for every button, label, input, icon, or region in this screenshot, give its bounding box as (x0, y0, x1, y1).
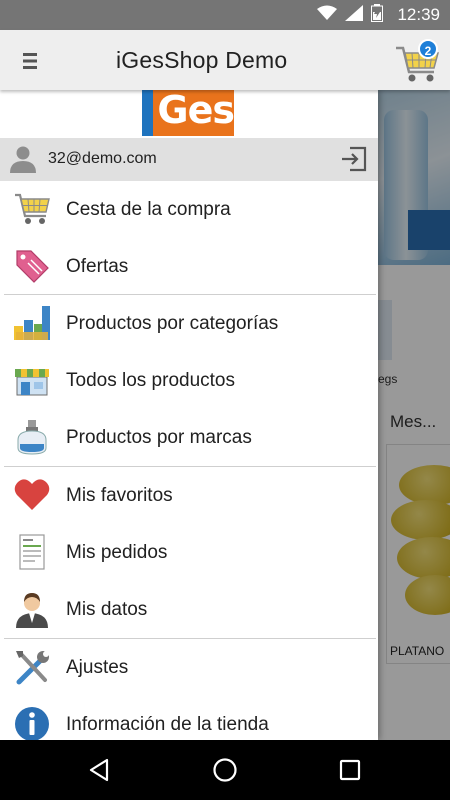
perfume-bottle-icon (17, 420, 47, 455)
navigation-drawer: Ges 32@demo.com Cesta de la compra Ofert… (0, 90, 378, 740)
categories-icon (14, 306, 50, 340)
app-title: iGesShop Demo (116, 47, 288, 73)
menu-item-label: Cesta de la compra (66, 199, 231, 220)
cart-count-badge: 2 (418, 39, 438, 59)
menu-item-favorites[interactable]: Mis favoritos (0, 467, 378, 524)
menu-item-label: Mis favoritos (66, 485, 173, 506)
menu-item-label: Todos los productos (66, 370, 235, 391)
menu-item-label: Productos por marcas (66, 427, 252, 448)
cart-icon (15, 193, 50, 224)
home-button[interactable] (209, 754, 241, 786)
menu-item-label: Ajustes (66, 657, 129, 678)
status-icons: 12:39 (317, 0, 440, 30)
menu-item-settings[interactable]: Ajustes (0, 639, 378, 696)
back-triangle-icon (89, 758, 109, 782)
info-icon (15, 707, 49, 740)
store-icon (15, 369, 49, 396)
menu-item-label: Mis datos (66, 599, 148, 620)
logout-icon[interactable] (340, 145, 368, 173)
hamburger-icon (23, 53, 37, 69)
menu-item-all-products[interactable]: Todos los productos (0, 352, 378, 409)
signal-icon (345, 4, 364, 26)
menu-button[interactable] (12, 43, 48, 79)
menu-item-orders[interactable]: Mis pedidos (0, 524, 378, 581)
menu-item-cart[interactable]: Cesta de la compra (0, 181, 378, 238)
menu-item-label: Productos por categorías (66, 313, 279, 334)
logo-text: Ges (153, 90, 235, 136)
back-button[interactable] (83, 754, 115, 786)
recents-button[interactable] (334, 754, 366, 786)
user-profile-icon (16, 593, 48, 628)
menu-item-label: Ofertas (66, 256, 129, 277)
menu-item-offers[interactable]: Ofertas (0, 238, 378, 295)
wifi-icon (317, 5, 338, 26)
recents-square-icon (339, 759, 361, 781)
status-bar: 12:39 (0, 0, 450, 30)
system-navigation-bar (0, 740, 450, 800)
menu-item-store-info[interactable]: Información de la tienda (0, 696, 378, 740)
app-bar: iGesShop Demo 2 (0, 30, 450, 90)
store-logo: Ges (142, 90, 235, 136)
user-avatar-icon (10, 146, 36, 173)
home-circle-icon (213, 758, 237, 782)
order-document-icon (19, 534, 45, 570)
menu-item-my-data[interactable]: Mis datos (0, 581, 378, 638)
tools-icon (16, 651, 49, 685)
cart-button[interactable]: 2 (394, 36, 442, 84)
menu-item-label: Información de la tienda (66, 714, 269, 735)
user-account-row[interactable]: 32@demo.com (0, 138, 378, 181)
heart-icon (14, 479, 50, 510)
offer-tag-icon (16, 250, 49, 283)
menu-item-brands[interactable]: Productos por marcas (0, 409, 378, 466)
menu-item-label: Mis pedidos (66, 542, 168, 563)
menu-item-categories[interactable]: Productos por categorías (0, 295, 378, 352)
status-clock: 12:39 (397, 5, 440, 24)
battery-icon (371, 3, 384, 27)
user-email: 32@demo.com (48, 150, 157, 167)
